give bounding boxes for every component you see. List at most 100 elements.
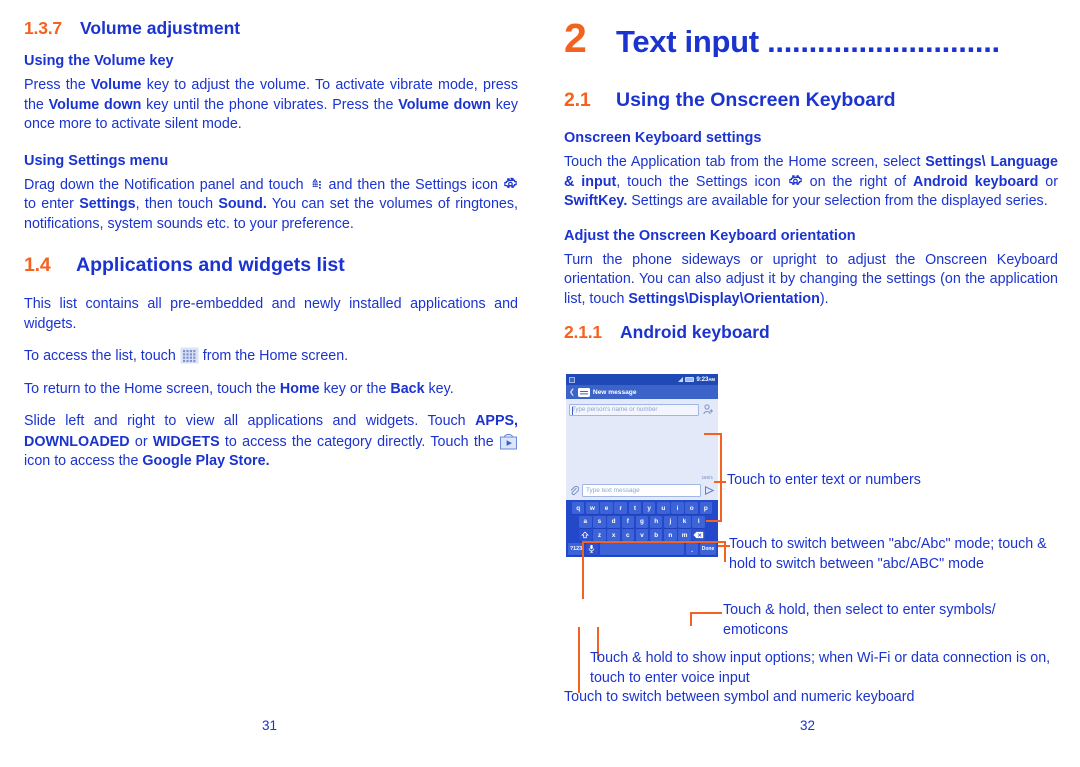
leader-line-period-horiz [690,612,722,614]
phone-status-bar: 9:23AM [566,374,718,385]
key-x[interactable]: x [607,529,620,542]
key-a[interactable]: a [578,515,592,528]
status-bar-right-group: 9:23AM [678,376,715,383]
paragraph-settings-menu: Drag down the Notification panel and tou… [24,176,518,235]
text-run: key or the [319,380,391,397]
paragraph-access-list: To access the list, touch from the Home … [24,347,518,367]
heading-2-1-number: 2.1 [564,89,591,111]
add-contact-icon[interactable] [702,403,715,416]
key-n[interactable]: n [664,529,677,542]
conversation-area: 160/1 [569,416,715,482]
delete-key-icon[interactable] [692,529,706,542]
key-k[interactable]: k [678,515,691,528]
gear-icon [788,174,803,189]
period-key[interactable]: . [685,542,699,555]
key-c[interactable]: c [621,529,635,542]
text-run: from the Home screen. [198,348,349,364]
bold-run: Settings [79,196,136,212]
message-icon [577,387,590,397]
paperclip-icon[interactable] [569,485,580,496]
character-counter: 160/1 [701,475,714,480]
text-run: to enter [24,196,80,212]
key-w[interactable]: w [586,502,599,514]
subheading-using-volume-key: Using the Volume key [24,53,174,69]
text-run: To return to the Home screen, touch the [24,380,280,397]
paragraph-slide-apps: Slide left and right to view all applica… [24,412,518,472]
paragraph-list-contains: This list contains all pre-embedded and … [24,296,518,332]
app-tab-icon [309,177,324,192]
heading-2-1-1-number: 2.1.1 [564,322,602,342]
done-key[interactable]: Done [700,542,716,555]
send-icon[interactable] [704,485,715,496]
bold-run: Home [279,380,320,397]
message-input[interactable]: Type text message [582,484,701,497]
text-run: icon to access the [24,453,143,469]
callout-symbol-numeric: Touch to switch between symbol and numer… [564,689,915,705]
text-run: or [129,433,153,450]
bold-run: Volume [90,77,142,93]
leader-line-send-arrow [706,520,722,522]
subheading-keyboard-settings: Onscreen Keyboard settings [564,130,762,146]
phone-title-bar: ❮ New message [566,385,718,399]
leader-line-keyboard-top [582,541,726,543]
message-input-row: Type text message [566,482,718,500]
key-t[interactable]: t [628,502,642,514]
key-d[interactable]: d [607,515,620,528]
phone-screenshot-mockup: 9:23AM ❮ New message Type person's name … [566,374,718,557]
paragraph-orientation: Turn the phone sideways or upright to ad… [564,251,1058,310]
key-q[interactable]: q [571,502,585,514]
key-u[interactable]: u [656,502,670,514]
space-key[interactable] [599,542,685,555]
bold-run: Volume down [398,96,491,113]
bold-run: SwiftKey. [564,193,628,209]
callout-switch-abc: Touch to switch between "abc/Abc" mode; … [729,536,1047,572]
bold-run: Google Play Store. [142,453,270,469]
key-s[interactable]: s [593,515,606,528]
key-l[interactable]: l [692,515,706,528]
key-p[interactable]: p [699,502,713,514]
shift-key-icon[interactable] [578,529,592,542]
bold-run: Settings\Display\Orientation [628,290,820,307]
back-chevron-icon[interactable]: ❮ [569,389,575,396]
key-g[interactable]: g [635,515,649,528]
leader-line-period-vert [690,612,692,626]
text-run: Slide left and right to view all applica… [24,413,476,429]
key-h[interactable]: h [649,515,663,528]
key-v[interactable]: v [635,529,649,542]
chapter-number: 2 [564,15,587,61]
key-b[interactable]: b [649,529,663,542]
status-clock: 9:23AM [696,376,715,383]
microphone-icon[interactable] [585,542,599,555]
left-page-column: 1.3.7 Volume adjustment Using the Volume… [24,18,518,485]
key-z[interactable]: z [593,529,606,542]
bold-run: DOWNLOADED [24,433,130,450]
key-y[interactable]: y [642,502,656,514]
keyboard-row-3: z x c v b n m [568,529,716,542]
callout-enter-text: Touch to enter text or numbers [727,472,921,488]
text-run: Settings are available for your selectio… [627,193,1048,209]
text-run: on the right of [802,173,913,190]
text-run: , then touch [135,196,219,212]
text-run: key. [424,380,454,397]
key-o[interactable]: o [685,502,698,514]
key-r[interactable]: r [614,502,628,514]
key-f[interactable]: f [621,515,635,528]
key-e[interactable]: e [600,502,613,514]
heading-1-3-7-title: Volume adjustment [80,18,241,38]
heading-1-4: 1.4 Applications and widgets list [24,254,518,277]
key-m[interactable]: m [678,529,691,542]
text-run: to access the category directly. Touch t… [219,433,499,450]
keyboard-row-2: a s d f g h j k l [568,515,716,528]
key-j[interactable]: j [664,515,677,528]
keyboard-row-4: ?123 . Done [568,542,716,555]
text-run: Touch the Application tab from the Home … [564,154,926,170]
page-number-left: 31 [262,718,278,733]
chapter-title: Text input ............................ [616,26,1000,57]
recipient-input[interactable]: Type person's name or number [569,403,699,416]
key-i[interactable]: i [671,502,684,514]
leader-line-sym-vert [578,627,580,693]
paragraph-return-home: To return to the Home screen, touch the … [24,380,518,400]
leader-line-enter-text-down [720,481,722,521]
text-run: To access the list, touch [24,348,180,364]
bold-run: WIDGETS [152,433,220,450]
